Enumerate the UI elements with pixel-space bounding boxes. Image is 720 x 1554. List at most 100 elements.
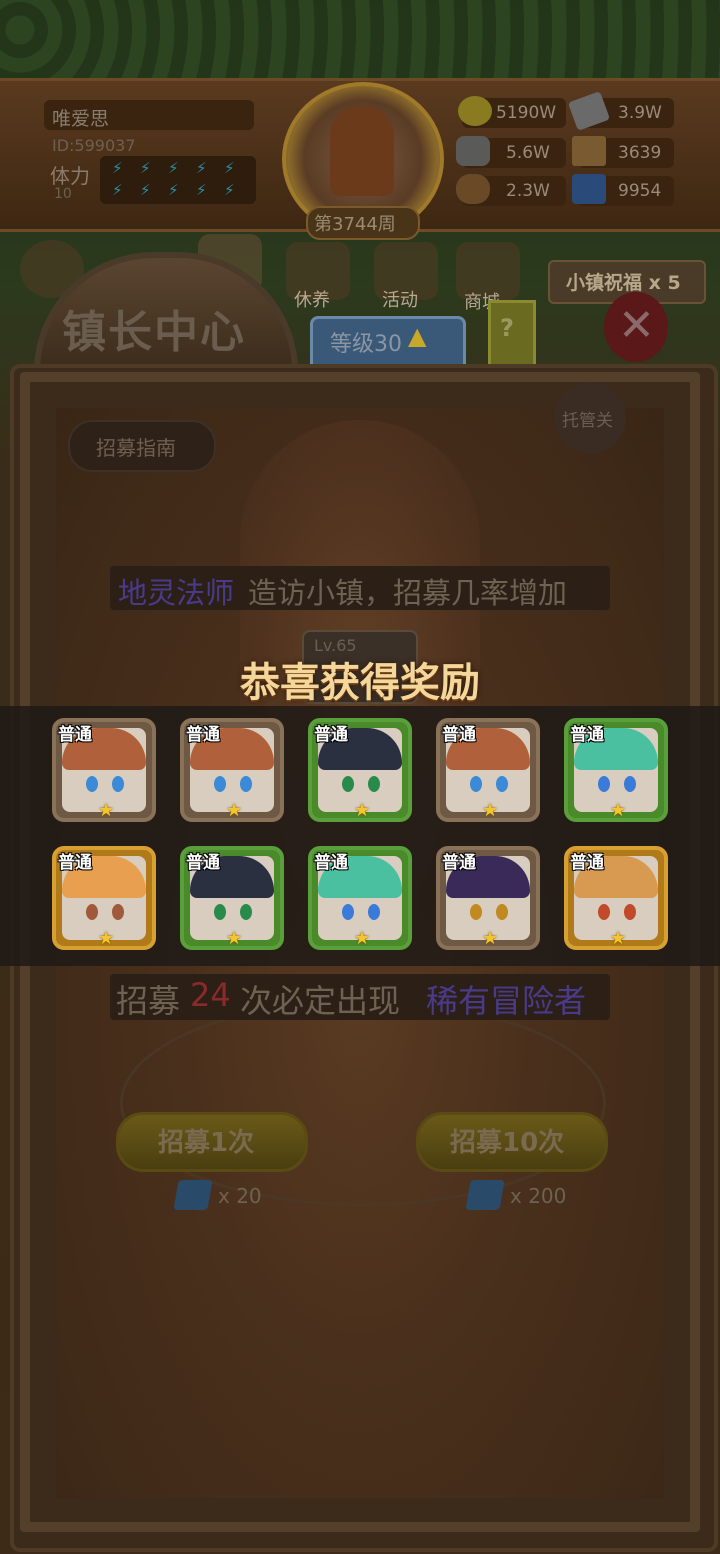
star-icon: ★ — [226, 800, 243, 821]
visit-hero-name: 地灵法师 — [118, 576, 235, 610]
hero-eye — [86, 904, 98, 920]
recruit-once-label: 招募1次 — [158, 1128, 255, 1158]
stamina-bolt-icon: ⚡ — [224, 159, 235, 177]
stamina-bolt-icon: ⚡ — [140, 159, 151, 177]
resource-gem-value: 9954 — [618, 181, 662, 201]
hero-eye — [496, 776, 508, 792]
stamina-bolt-icon: ⚡ — [140, 181, 151, 199]
rarity-label: 普通 — [442, 725, 476, 745]
resource-gold-value: 5190W — [496, 103, 557, 123]
resource-iron-value: 3.9W — [618, 103, 662, 123]
star-icon: ★ — [226, 928, 243, 949]
close-icon: ✕ — [618, 300, 655, 351]
star-icon: ★ — [354, 800, 371, 821]
reward-card[interactable]: 普通 ★ — [564, 718, 668, 822]
hero-eye — [470, 904, 482, 920]
star-icon: ★ — [98, 800, 115, 821]
summon-circle — [120, 1000, 606, 1206]
hero-eye — [86, 776, 98, 792]
hero-eye — [240, 776, 252, 792]
star-icon: ★ — [610, 800, 627, 821]
hero-eye — [240, 904, 252, 920]
blue-gem-icon — [465, 1180, 505, 1210]
blue-gem-icon — [572, 174, 606, 204]
hero-eye — [624, 904, 636, 920]
resource-log-value: 2.3W — [506, 181, 550, 201]
hero-eye — [112, 776, 124, 792]
recruit-ten-cost: x 200 — [510, 1184, 567, 1208]
close-button[interactable]: ✕ — [604, 292, 668, 362]
hero-eye — [112, 904, 124, 920]
guarantee-mid: 次必定出现 — [240, 982, 401, 1020]
recruit-once-cost: x 20 — [218, 1184, 262, 1208]
rarity-label: 普通 — [58, 853, 92, 873]
stone-icon — [456, 136, 490, 166]
reward-card[interactable]: 普通 ★ — [52, 718, 156, 822]
hero-eye — [368, 776, 380, 792]
hero-eye — [624, 776, 636, 792]
star-icon: ★ — [354, 928, 371, 949]
rarity-label: 普通 — [186, 725, 220, 745]
star-icon: ★ — [482, 800, 499, 821]
star-icon: ★ — [98, 928, 115, 949]
resource-plank-value: 3639 — [618, 143, 662, 163]
hero-eye — [598, 776, 610, 792]
panel-title: 镇长中心 — [62, 307, 246, 358]
hero-eye — [342, 776, 354, 792]
guarantee-count: 24 — [190, 976, 231, 1014]
player-name: 唯爱思 — [52, 108, 110, 130]
wood-plank-icon — [572, 136, 606, 166]
hero-eye — [368, 904, 380, 920]
tree-canopy — [0, 0, 720, 90]
log-icon — [456, 174, 490, 204]
stamina-bolt-icon: ⚡ — [112, 159, 123, 177]
recruit-guide-label: 招募指南 — [96, 436, 176, 460]
player-id: ID:599037 — [52, 136, 136, 155]
hero-eye — [342, 904, 354, 920]
rarity-label: 普通 — [570, 853, 604, 873]
level-up-arrow-icon: ▲ — [408, 322, 427, 350]
hero-eye — [470, 776, 482, 792]
rarity-label: 普通 — [570, 725, 604, 745]
stamina-bolt-icon: ⚡ — [224, 181, 235, 199]
recruit-ten-label: 招募10次 — [450, 1128, 565, 1158]
reward-title: 恭喜获得奖励 — [240, 660, 480, 706]
star-icon: ★ — [610, 928, 627, 949]
blue-gem-icon — [173, 1180, 213, 1210]
rarity-label: 普通 — [58, 725, 92, 745]
gold-coin-icon — [458, 96, 492, 126]
reward-card[interactable]: 普通 ★ — [180, 718, 284, 822]
stamina-value: 10 — [54, 186, 72, 202]
reward-card[interactable]: 普通 ★ — [180, 846, 284, 950]
hero-eye — [214, 904, 226, 920]
rest-nav-label: 休养 — [294, 290, 330, 311]
activity-nav-label: 活动 — [382, 290, 418, 311]
visit-text: 造访小镇，招募几率增加 — [248, 576, 568, 610]
level-label: 等级30 — [330, 332, 402, 357]
portrait-figure — [330, 106, 394, 196]
stamina-bolt-icon: ⚡ — [112, 181, 123, 199]
stamina-bolt-icon: ⚡ — [168, 181, 179, 199]
rarity-label: 普通 — [186, 853, 220, 873]
rarity-label: 普通 — [314, 853, 348, 873]
reward-card[interactable]: 普通 ★ — [52, 846, 156, 950]
reward-card[interactable]: 普通 ★ — [308, 846, 412, 950]
stamina-bolt-icon: ⚡ — [168, 159, 179, 177]
help-label: ? — [500, 314, 514, 342]
hero-eye — [598, 904, 610, 920]
reward-card[interactable]: 普通 ★ — [436, 846, 540, 950]
hero-eye — [496, 904, 508, 920]
stamina-label: 体力 — [50, 164, 90, 188]
reward-card[interactable]: 普通 ★ — [564, 846, 668, 950]
stamina-bar: ⚡ ⚡ ⚡ ⚡ ⚡ ⚡ ⚡ ⚡ ⚡ ⚡ — [100, 156, 256, 204]
guarantee-rare: 稀有冒险者 — [426, 982, 587, 1020]
resource-stone-value: 5.6W — [506, 143, 550, 163]
guarantee-prefix: 招募 — [116, 982, 181, 1020]
reward-card[interactable]: 普通 ★ — [308, 718, 412, 822]
auto-toggle-label: 托管关 — [562, 411, 613, 431]
week-label: 第3744周 — [314, 214, 396, 235]
rarity-label: 普通 — [442, 853, 476, 873]
hero-eye — [214, 776, 226, 792]
town-blessing-label: 小镇祝福 x 5 — [566, 272, 681, 294]
reward-card[interactable]: 普通 ★ — [436, 718, 540, 822]
